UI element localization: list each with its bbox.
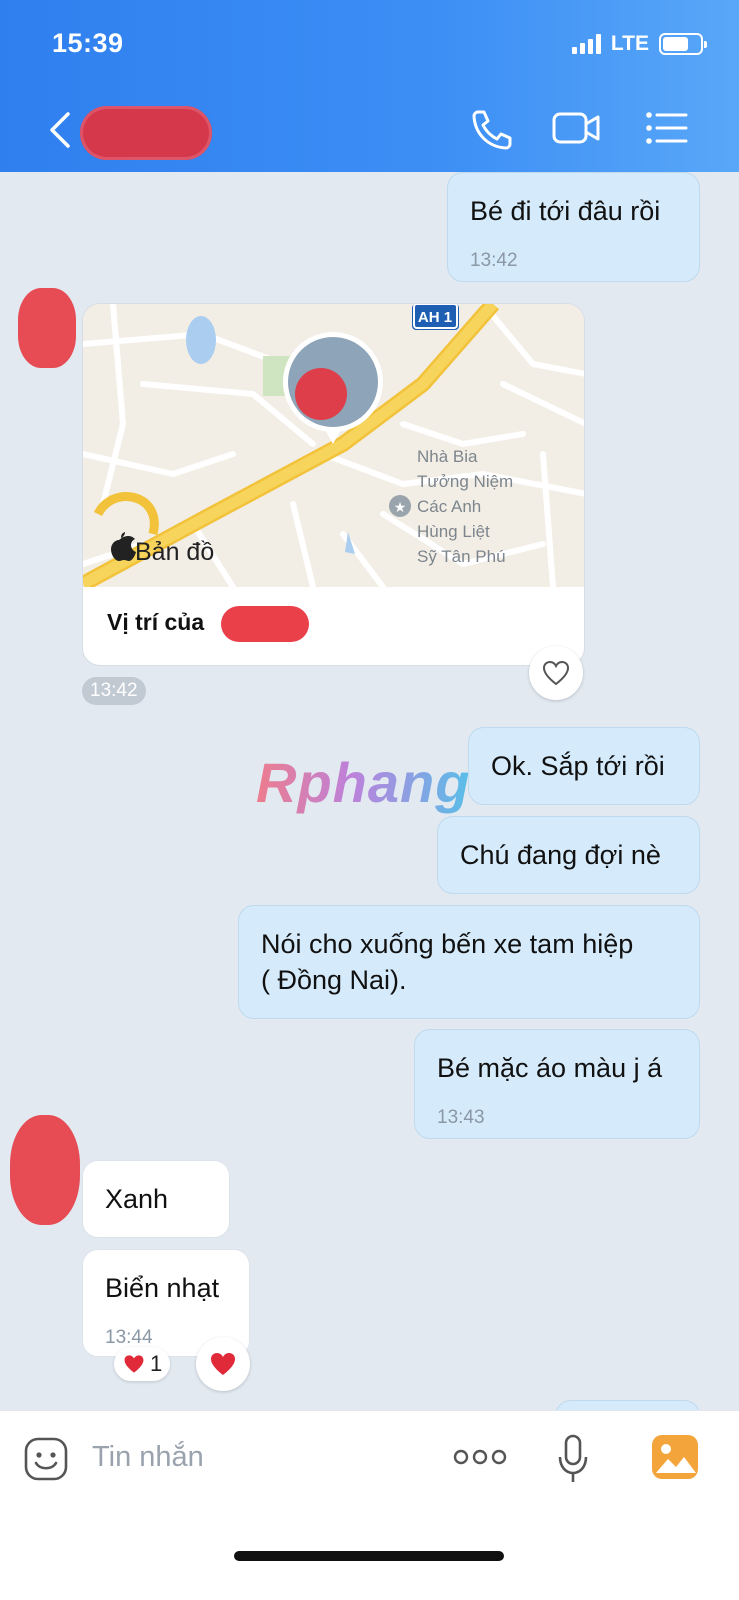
microphone-icon[interactable] — [556, 1433, 590, 1485]
more-options-icon[interactable] — [452, 1447, 508, 1467]
list-menu-icon[interactable] — [640, 106, 692, 150]
reaction-count: 1 — [150, 1351, 163, 1376]
network-type: LTE — [610, 32, 649, 55]
message-bubble-outgoing[interactable]: Bé mặc áo màu j á 13:43 — [414, 1029, 700, 1139]
status-time: 15:39 — [52, 28, 124, 58]
message-text: Bé mặc áo màu j á — [437, 1053, 663, 1083]
message-bubble-outgoing[interactable]: Ok. Sắp tới rồi — [468, 727, 700, 805]
message-time: 13:42 — [470, 250, 518, 271]
emoji-icon[interactable] — [22, 1435, 70, 1483]
message-text: Chú đang đợi nè — [460, 840, 661, 870]
home-indicator — [234, 1551, 504, 1561]
message-bubble-outgoing[interactable]: Bé đi tới đâu rồi 13:42 — [447, 172, 700, 282]
caption-name-redacted — [221, 606, 309, 642]
heart-icon — [124, 1355, 144, 1373]
location-caption: Vị trí của — [107, 609, 205, 635]
poi-label-1: Nhà Bia — [417, 447, 478, 466]
message-bubble-incoming[interactable]: Xanh — [82, 1160, 230, 1238]
svg-text:★: ★ — [394, 500, 407, 516]
heart-outline-icon — [542, 660, 570, 686]
poi-label-2: Tưởng Niệm — [417, 472, 513, 491]
message-bubble-outgoing[interactable]: Nói cho xuống bến xe tam hiệp ( Đồng Nai… — [238, 905, 700, 1019]
message-time: 13:42 — [82, 677, 146, 705]
phone-icon[interactable] — [466, 106, 518, 150]
poi-label-4: Hùng Liệt — [417, 522, 490, 541]
poi-label-5: Sỹ Tân Phú — [417, 547, 506, 566]
photo-gallery-icon[interactable] — [650, 1433, 700, 1481]
react-heart-button[interactable] — [196, 1337, 250, 1391]
heart-icon — [211, 1353, 235, 1375]
message-text: Ok. Sắp tới rồi — [491, 751, 665, 781]
contact-name-redacted[interactable] — [80, 106, 212, 160]
map-brand-label: Bản đồ — [135, 538, 214, 566]
status-indicators: LTE — [571, 32, 707, 56]
chat-header: 15:39 LTE — [0, 0, 739, 172]
map-thumbnail[interactable]: AH 1 ★ Nhà Bia Tưởng Niệm Các Anh Hùng L… — [83, 304, 585, 587]
message-time: 13:43 — [437, 1107, 485, 1128]
signal-icon — [571, 34, 601, 54]
message-text-line-2: ( Đồng Nai). — [261, 965, 407, 995]
watermark: Rphang — [256, 751, 471, 814]
road-sign-label: AH 1 — [418, 309, 452, 326]
react-heart-button[interactable] — [529, 646, 583, 700]
message-text: Xanh — [105, 1184, 169, 1214]
battery-icon — [659, 33, 707, 55]
avatar[interactable] — [10, 1115, 80, 1225]
message-text: Bé đi tới đâu rồi — [470, 196, 661, 226]
location-card[interactable]: AH 1 ★ Nhà Bia Tưởng Niệm Các Anh Hùng L… — [82, 303, 585, 666]
message-composer: Tin nhắn — [0, 1410, 739, 1600]
message-bubble-outgoing[interactable]: Chú đang đợi nè — [437, 816, 700, 894]
poi-label-3: Các Anh — [417, 497, 481, 516]
avatar[interactable] — [18, 288, 76, 368]
chevron-left-icon[interactable] — [44, 110, 78, 150]
reaction-summary[interactable]: 1 — [114, 1347, 171, 1381]
message-input[interactable]: Tin nhắn — [92, 1441, 204, 1474]
video-camera-icon[interactable] — [550, 106, 602, 150]
message-text-line-1: Nói cho xuống bến xe tam hiệp — [261, 929, 634, 959]
message-text: Biển nhạt — [105, 1273, 220, 1303]
